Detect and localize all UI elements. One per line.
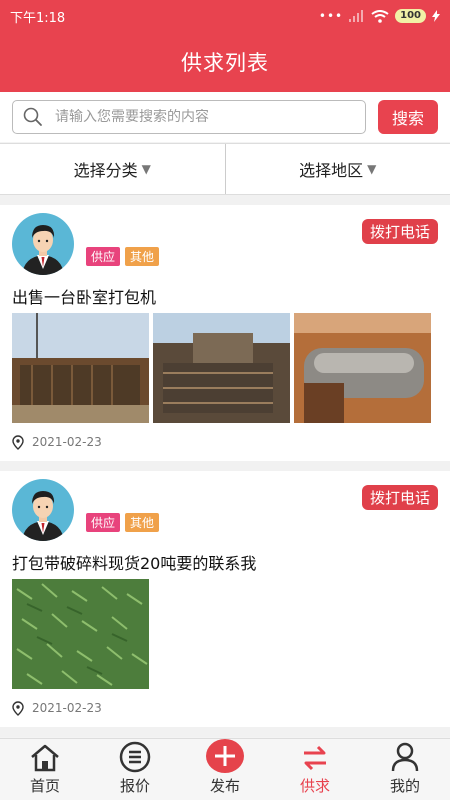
tab-supply-demand[interactable]: 供求 [270,739,360,800]
plus-circle-icon [206,739,244,773]
search-bar: 搜索 [0,92,450,142]
tab-mine[interactable]: 我的 [360,739,450,800]
signal-icon [349,10,364,22]
post-date: 2021-02-23 [32,701,102,715]
supply-tag: 供应 [86,513,121,532]
post-meta: 2021-02-23 [12,699,438,717]
avatar [12,213,74,275]
battery-indicator: 100 [395,9,426,23]
search-input[interactable] [55,109,355,125]
tab-home-label: 首页 [29,777,60,795]
post-photo[interactable] [12,313,149,423]
home-icon [31,744,59,772]
post-photo[interactable] [294,313,431,423]
post-date: 2021-02-23 [32,435,102,449]
avatar [12,479,74,541]
wifi-icon [371,9,389,23]
region-filter[interactable]: 选择地区 ▼ [224,144,450,194]
tab-publish[interactable]: 发布 [180,739,270,800]
region-filter-label: 选择地区 [299,161,364,180]
tab-home[interactable]: 首页 [0,739,90,800]
bottom-tab-bar: 首页 报价 发布 供求 我的 [0,738,450,800]
search-icon [23,107,42,126]
supply-tag: 供应 [86,247,121,266]
swap-arrows-icon [304,745,326,771]
status-bar: 下午1:18 ••• 100 [0,0,450,32]
tab-quote-label: 报价 [119,777,150,795]
post-card[interactable]: 供应 其他 拨打电话 出售一台卧室打包机 2021-02-23 [0,205,450,461]
call-button[interactable]: 拨打电话 [361,219,438,244]
filter-bar: 选择分类 ▼ 选择地区 ▼ [0,143,450,195]
location-pin-icon [12,700,24,716]
location-pin-icon [12,434,24,450]
search-box[interactable] [12,100,366,134]
category-tag: 其他 [125,513,160,532]
search-button[interactable]: 搜索 [378,100,438,134]
post-photo[interactable] [153,313,290,423]
call-button[interactable]: 拨打电话 [361,485,438,510]
status-time: 下午1:18 [10,10,66,26]
page-title: 供求列表 [181,51,269,75]
user-icon [391,742,419,772]
tab-supply-demand-label: 供求 [299,777,330,795]
post-meta: 2021-02-23 [12,433,438,451]
tab-quote[interactable]: 报价 [90,739,180,800]
tab-publish-label: 发布 [209,777,240,795]
post-title: 打包带破碎料现货20吨要的联系我 [12,554,257,573]
more-dots-icon: ••• [318,9,344,23]
post-photo[interactable] [12,579,149,689]
list-circle-icon [119,741,151,773]
triangle-down-icon: ▼ [367,162,377,176]
category-filter[interactable]: 选择分类 ▼ [0,144,225,194]
photo-gallery [12,579,438,689]
page-title-bar: 供求列表 [0,32,450,92]
charging-icon [432,10,440,22]
tab-mine-label: 我的 [389,777,420,795]
post-card[interactable]: 供应 其他 拨打电话 打包带破碎料现货20吨要的联系我 2021-02-23 [0,471,450,727]
triangle-down-icon: ▼ [141,162,151,176]
photo-gallery [12,313,438,423]
status-icons: ••• 100 [319,9,440,23]
category-filter-label: 选择分类 [73,161,138,180]
category-tag: 其他 [125,247,160,266]
post-title: 出售一台卧室打包机 [12,288,157,307]
